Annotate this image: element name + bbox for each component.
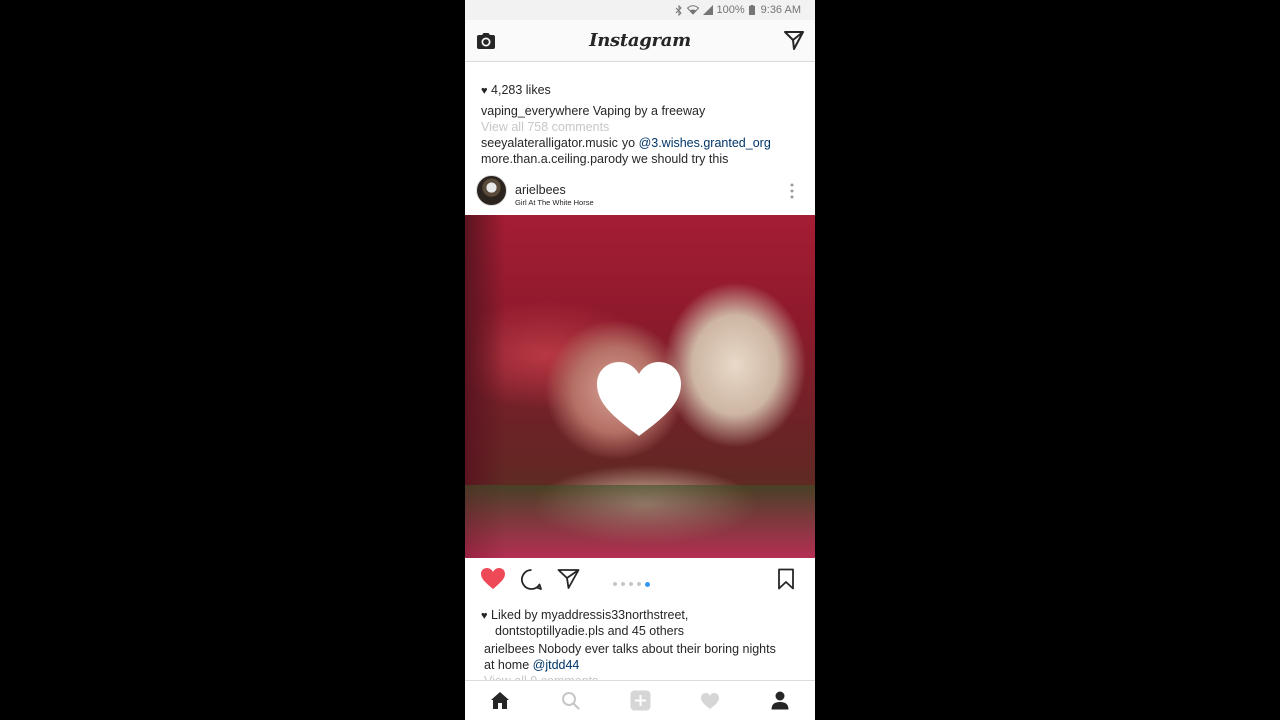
caption-text: Vaping by a freeway xyxy=(592,104,706,118)
caption-text: Nobody ever talks about their boring nig… xyxy=(534,642,776,656)
comment-row: more.than.a.ceiling.parody we should try… xyxy=(481,151,728,167)
caption: arielbees Nobody ever talks about their … xyxy=(484,641,776,657)
tab-profile[interactable] xyxy=(769,690,791,712)
carousel-dot xyxy=(629,582,633,586)
comment-mention[interactable]: @3.wishes.granted_org xyxy=(639,136,771,150)
instagram-logo: Instagram xyxy=(589,30,691,51)
caption-continued: at home @jtdd44 xyxy=(484,658,580,672)
top-nav: Instagram xyxy=(465,20,815,62)
avatar[interactable] xyxy=(476,175,507,206)
post-photo[interactable] xyxy=(465,215,815,558)
bottom-nav xyxy=(465,680,815,720)
post-username[interactable]: arielbees xyxy=(515,183,566,197)
small-heart-icon: ♥ xyxy=(481,610,488,622)
profile-icon xyxy=(771,691,789,710)
heart-icon xyxy=(701,692,719,709)
liked-by-user[interactable]: dontstoptillyadie.pls xyxy=(495,624,604,638)
comment-icon[interactable] xyxy=(520,568,543,591)
caption-username[interactable]: arielbees xyxy=(484,642,535,656)
tab-search[interactable] xyxy=(559,690,581,712)
comment-username[interactable]: more.than.a.ceiling.parody xyxy=(481,152,628,166)
clock: 9:36 AM xyxy=(760,4,801,16)
like-heart-overlay-icon xyxy=(597,362,681,436)
carousel-dot xyxy=(637,582,641,586)
more-options-icon[interactable] xyxy=(788,182,796,200)
tab-home[interactable] xyxy=(489,690,511,712)
caption-username[interactable]: vaping_everywhere xyxy=(481,104,589,118)
view-all-comments-link[interactable]: View all 758 comments xyxy=(481,119,609,135)
instagram-app: 100% 9:36 AM Instagram ♥ 4,283 likes vap… xyxy=(465,0,815,720)
tab-activity[interactable] xyxy=(699,690,721,712)
comment-text: we should try this xyxy=(628,152,729,166)
liked-by-others[interactable]: 45 others xyxy=(632,624,684,638)
search-icon xyxy=(561,692,580,710)
home-icon xyxy=(491,692,509,709)
comment-username[interactable]: seeyalateralligator.music xyxy=(481,136,618,150)
direct-message-icon[interactable] xyxy=(783,29,805,51)
battery-icon xyxy=(748,5,755,15)
like-button-heart-icon[interactable] xyxy=(480,567,506,590)
share-icon[interactable] xyxy=(557,568,580,589)
comment-text: yo xyxy=(621,136,639,150)
carousel-indicator xyxy=(613,581,650,587)
caption: vaping_everywhere Vaping by a freeway xyxy=(481,103,705,119)
comment-row: seeyalateralligator.music yo @3.wishes.gr… xyxy=(481,135,771,151)
carousel-dot-active xyxy=(645,581,650,587)
battery-percent: 100% xyxy=(716,4,745,16)
add-post-icon xyxy=(630,690,650,711)
small-heart-icon: ♥ xyxy=(481,85,488,97)
liked-by-user[interactable]: myaddressis33northstreet, xyxy=(541,608,688,622)
liked-by-continued: dontstoptillyadie.pls and 45 others xyxy=(495,624,685,638)
likes-count[interactable]: ♥ 4,283 likes xyxy=(481,82,551,99)
wifi-icon xyxy=(686,5,699,15)
carousel-dot xyxy=(621,582,625,586)
status-bar: 100% 9:36 AM xyxy=(465,0,815,20)
signal-icon xyxy=(702,5,713,15)
bluetooth-icon xyxy=(675,4,682,16)
bookmark-icon[interactable] xyxy=(777,568,795,590)
post-location[interactable]: Girl At The White Horse xyxy=(515,198,594,207)
caption-mention[interactable]: @jtdd44 xyxy=(533,658,580,672)
liked-by: ♥ Liked by myaddressis33northstreet, xyxy=(481,608,689,622)
tab-add-post[interactable] xyxy=(629,690,651,712)
camera-icon[interactable] xyxy=(475,30,497,52)
carousel-dot xyxy=(613,582,617,586)
